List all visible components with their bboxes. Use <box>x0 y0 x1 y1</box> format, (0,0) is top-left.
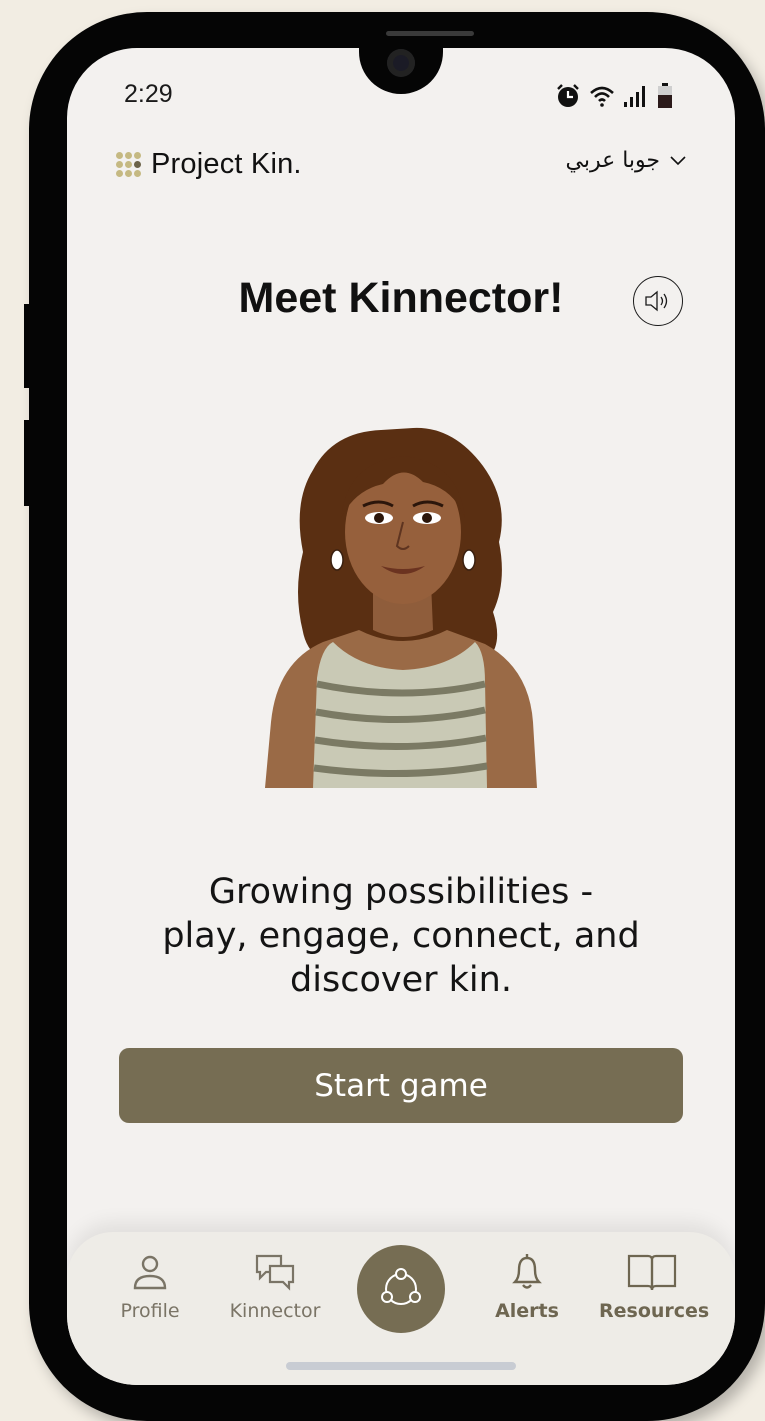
book-icon <box>627 1254 677 1291</box>
chevron-down-icon <box>670 155 686 165</box>
nav-resources-label: Resources <box>599 1300 710 1322</box>
app-logo[interactable]: Project Kin. <box>116 148 302 181</box>
logo-mark-icon <box>116 152 141 177</box>
language-label: جوبا عربي <box>565 148 660 173</box>
camera-notch <box>359 48 443 94</box>
user-icon <box>133 1255 167 1290</box>
nav-profile[interactable]: Profile <box>107 1252 193 1322</box>
network-icon <box>381 1268 421 1305</box>
sound-button[interactable] <box>633 276 683 326</box>
nav-alerts-label: Alerts <box>495 1300 559 1322</box>
home-indicator[interactable] <box>286 1362 516 1370</box>
app-screen: 2:29 Project Kin. جوبا عربي Meet Kinnect… <box>67 48 735 1385</box>
signal-icon <box>624 86 645 107</box>
nav-profile-label: Profile <box>120 1300 180 1322</box>
nav-kinnector-label: Kinnector <box>229 1300 321 1322</box>
start-game-button[interactable]: Start game <box>119 1048 683 1123</box>
chat-bubbles-icon <box>255 1254 295 1291</box>
earpiece-speaker <box>386 31 474 36</box>
tagline-line-1: Growing possibilities - <box>208 872 594 912</box>
tagline-line-2: play, engage, connect, and <box>162 916 640 956</box>
status-icons <box>555 82 673 110</box>
nav-home-button[interactable] <box>357 1245 445 1333</box>
tagline: Growing possibilities - play, engage, co… <box>127 870 675 1002</box>
speaker-icon <box>645 290 668 312</box>
bell-icon <box>512 1254 542 1289</box>
language-selector[interactable]: جوبا عربي <box>565 148 686 173</box>
bottom-nav: Profile Kinnector Alerts Resources <box>67 1232 735 1385</box>
status-time: 2:29 <box>124 80 173 108</box>
battery-icon <box>658 83 672 108</box>
kinnector-avatar <box>265 427 537 788</box>
front-camera <box>387 49 415 77</box>
app-name: Project Kin. <box>151 148 302 180</box>
wifi-icon <box>590 86 614 107</box>
alarm-icon <box>557 84 579 107</box>
tagline-line-3: discover kin. <box>290 960 512 1000</box>
nav-resources[interactable]: Resources <box>599 1252 710 1322</box>
nav-alerts[interactable]: Alerts <box>487 1252 567 1322</box>
nav-kinnector[interactable]: Kinnector <box>225 1252 325 1322</box>
